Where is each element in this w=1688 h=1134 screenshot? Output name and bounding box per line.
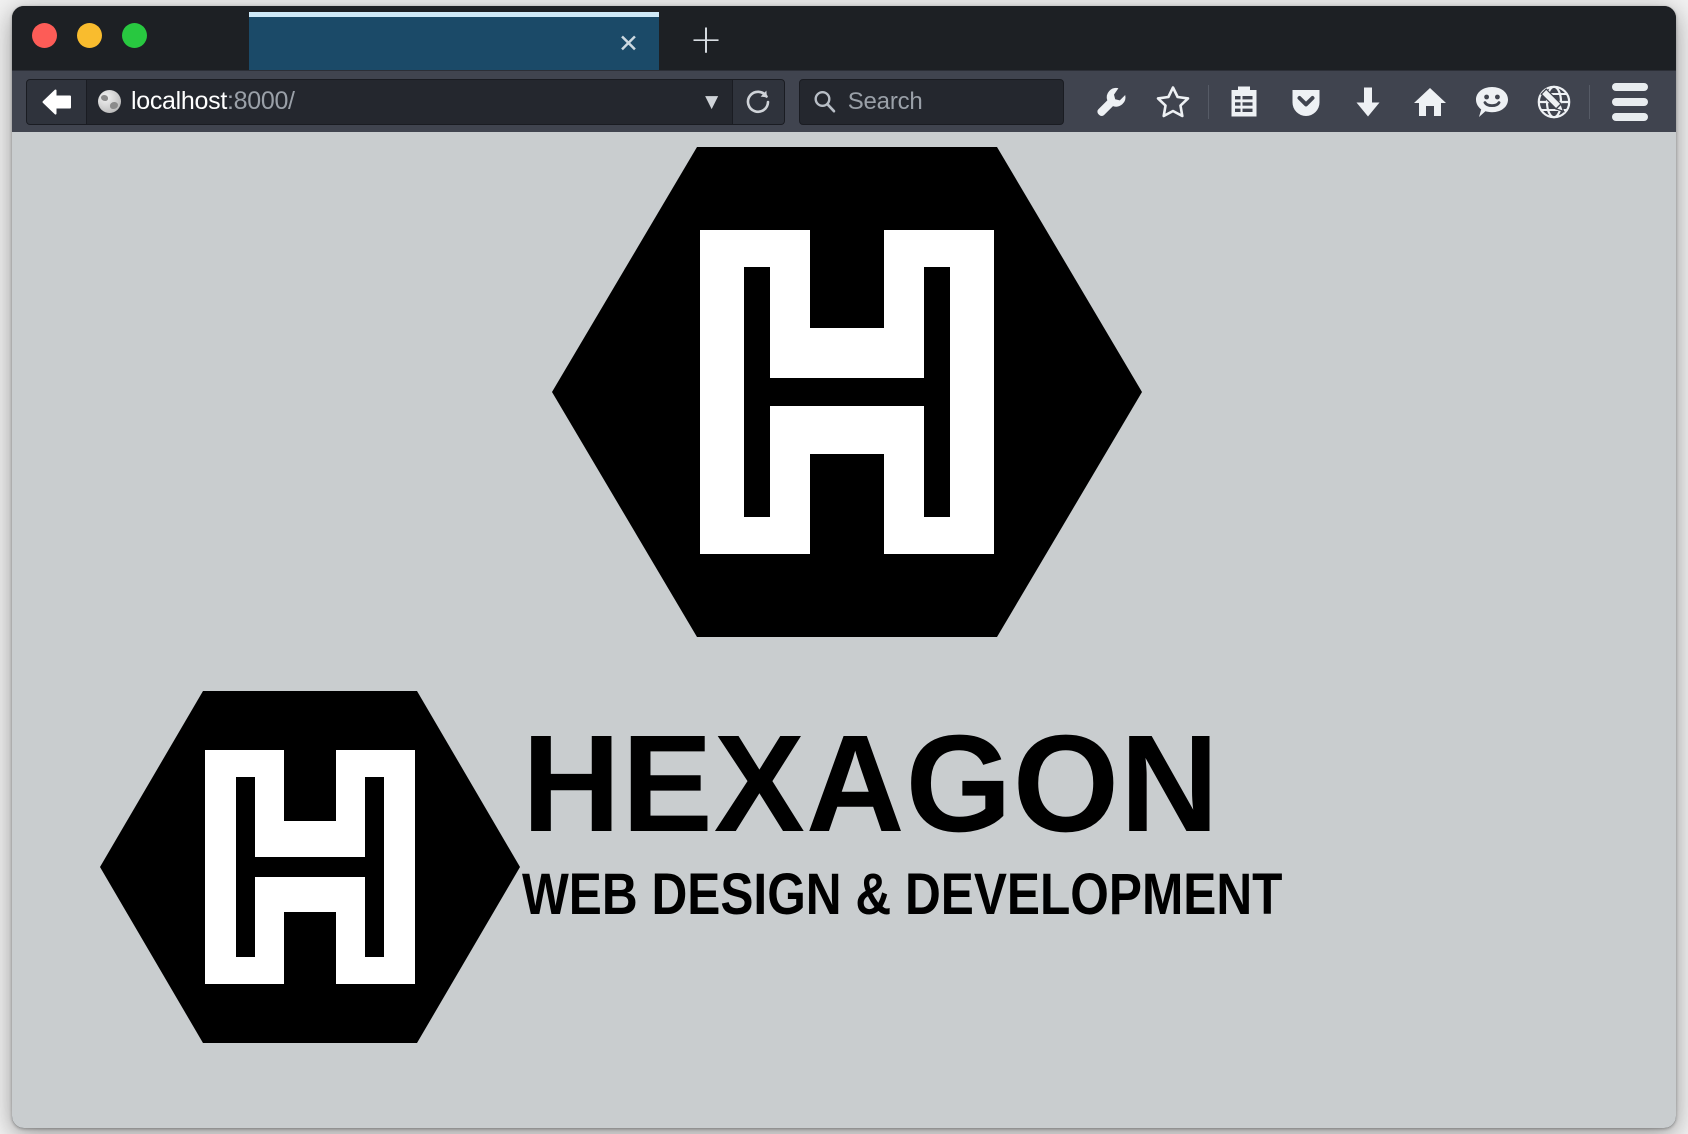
page-viewport: HEXAGON WEB DESIGN & DEVELOPMENT (12, 132, 1676, 1128)
search-icon (814, 90, 836, 113)
hexagon-h-icon (552, 147, 1142, 637)
pocket-button[interactable] (1275, 78, 1337, 126)
search-box[interactable]: Search (798, 78, 1064, 125)
wordmark: HEXAGON WEB DESIGN & DEVELOPMENT (522, 707, 1283, 928)
h-crossbar-slot (770, 378, 924, 406)
toolbar-icon-group (1080, 78, 1662, 126)
back-arrow-icon (42, 89, 71, 114)
downloads-button[interactable] (1337, 78, 1399, 126)
wrench-icon (1097, 87, 1126, 116)
brand-name: HEXAGON (522, 707, 1220, 861)
bookmarks-list-button[interactable] (1213, 78, 1275, 126)
feedback-button[interactable] (1461, 78, 1523, 126)
h-slot-left (744, 267, 770, 517)
developer-tools-button[interactable] (1080, 78, 1142, 126)
smiley-icon (1475, 86, 1508, 117)
star-icon (1156, 85, 1190, 117)
h-crossbar-slot (255, 857, 365, 877)
h-slot-right (365, 777, 384, 957)
web-developer-button[interactable] (1523, 78, 1585, 126)
browser-window: ✕ + localhost:8000/ ▼ Search HEXAGON WEB… (12, 6, 1676, 1128)
search-input[interactable]: Search (848, 88, 923, 116)
toolbar-separator (1588, 84, 1590, 119)
browser-tab-active[interactable]: ✕ (249, 12, 659, 70)
close-window-button[interactable] (32, 23, 57, 48)
hexagon-h-icon (100, 691, 520, 1043)
tab-close-icon[interactable]: ✕ (612, 31, 645, 56)
globe-pencil-icon (1537, 85, 1571, 118)
back-button[interactable] (27, 79, 87, 124)
reload-button[interactable] (731, 79, 784, 124)
zoom-window-button[interactable] (122, 23, 147, 48)
brand-tagline: WEB DESIGN & DEVELOPMENT (522, 862, 1283, 928)
minimize-window-button[interactable] (77, 23, 102, 48)
download-arrow-icon (1356, 87, 1380, 116)
navigation-toolbar: localhost:8000/ ▼ Search (12, 70, 1676, 132)
url-text[interactable]: localhost:8000/ (131, 87, 692, 116)
window-traffic-lights (32, 23, 147, 48)
new-tab-button[interactable]: + (684, 20, 728, 64)
reader-list-icon (1231, 86, 1257, 116)
hamburger-bar (1611, 82, 1648, 91)
hexagon-logo-small (100, 687, 520, 1047)
brand-lockup: HEXAGON WEB DESIGN & DEVELOPMENT (82, 687, 1282, 1067)
hamburger-bar (1611, 112, 1648, 121)
h-slot-left (236, 777, 255, 957)
open-menu-button[interactable] (1598, 78, 1662, 126)
bookmark-button[interactable] (1142, 78, 1204, 126)
globe-favicon-icon (97, 90, 121, 113)
toolbar-separator (1207, 84, 1209, 119)
reload-icon (746, 89, 770, 113)
tab-strip: ✕ + (12, 6, 1676, 70)
site-identity-button[interactable] (87, 90, 131, 113)
url-port-path: :8000/ (226, 87, 295, 115)
home-button[interactable] (1399, 78, 1461, 126)
h-slot-right (924, 267, 950, 517)
pocket-icon (1292, 89, 1320, 116)
url-host: localhost (131, 87, 227, 115)
urlbar-history-dropdown[interactable]: ▼ (692, 92, 732, 112)
home-icon (1413, 87, 1446, 116)
hexagon-logo-large (552, 142, 1142, 642)
hamburger-bar (1611, 97, 1648, 106)
url-bar[interactable]: localhost:8000/ ▼ (26, 78, 785, 125)
